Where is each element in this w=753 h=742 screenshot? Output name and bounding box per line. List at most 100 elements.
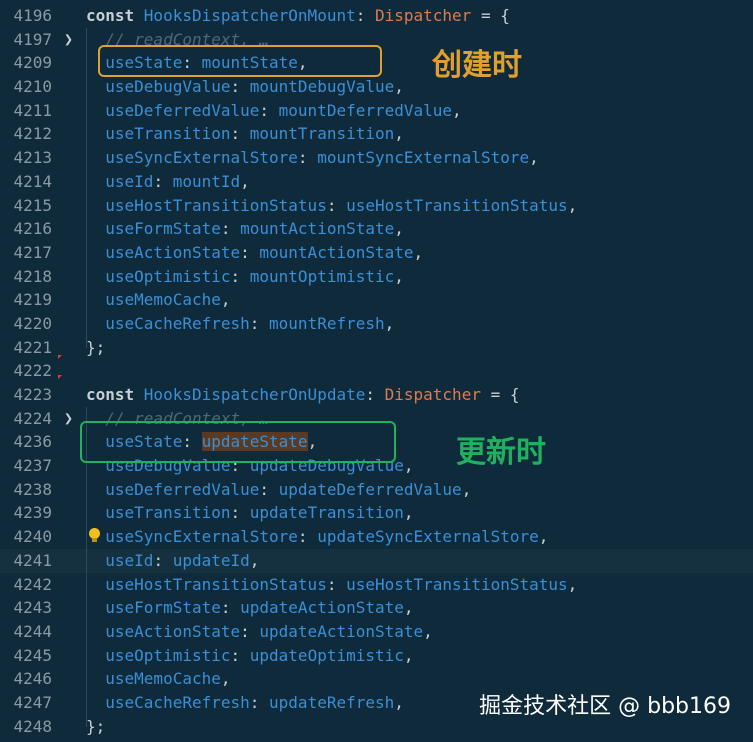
code-line[interactable]: 4244 useActionState: updateActionState,: [0, 620, 753, 644]
code-token: useDeferredValue: [86, 100, 260, 120]
code-line[interactable]: 4241 useId: updateId,: [0, 548, 753, 573]
code-token: updateActionState: [240, 598, 404, 618]
code-text: useCacheRefresh: updateRefresh,: [86, 691, 404, 715]
code-text: const HooksDispatcherOnMount: Dispatcher…: [86, 4, 510, 28]
code-token: ,: [384, 313, 395, 333]
code-token: ,: [394, 692, 404, 712]
error-marker: [58, 375, 62, 379]
code-text: useMemoCache,: [86, 288, 231, 312]
code-line[interactable]: 4238 useDeferredValue: updateDeferredVal…: [0, 478, 753, 502]
code-token: useOptimistic: [86, 645, 231, 665]
code-line[interactable]: 4211 useDeferredValue: mountDeferredValu…: [0, 99, 753, 123]
code-token: ,: [423, 621, 433, 641]
code-token: ,: [220, 290, 231, 310]
line-number: 4211: [13, 100, 52, 120]
code-line[interactable]: 4221};: [0, 336, 753, 360]
watermark: 掘金技术社区 @ bbb169: [479, 694, 731, 719]
code-line[interactable]: 4220 useCacheRefresh: mountRefresh,: [0, 312, 753, 336]
lightbulb-icon[interactable]: [89, 528, 100, 542]
code-line[interactable]: 4242 useHostTransitionStatus: useHostTra…: [0, 573, 753, 597]
code-line[interactable]: 4218 useOptimistic: mountOptimistic,: [0, 265, 753, 289]
code-line[interactable]: 4245 useOptimistic: updateOptimistic,: [0, 644, 753, 668]
code-token: mountTransition: [249, 124, 395, 144]
code-token: mountDebugValue: [249, 77, 395, 97]
code-line[interactable]: 4215 useHostTransitionStatus: useHostTra…: [0, 194, 753, 218]
code-token: = {: [480, 385, 520, 404]
code-token: :: [326, 195, 347, 215]
code-token: ,: [567, 195, 578, 215]
code-line[interactable]: 4214 useId: mountId,: [0, 170, 753, 194]
code-text: useDebugValue: mountDebugValue,: [86, 75, 404, 99]
chevron-right-icon[interactable]: ❯: [64, 28, 73, 52]
indent-guide: [86, 28, 87, 348]
code-text: useOptimistic: updateOptimistic,: [86, 644, 413, 668]
line-number: 4214: [13, 171, 52, 191]
code-token: updateTransition: [249, 503, 404, 523]
code-token: Dispatcher: [374, 6, 472, 25]
code-text: useTransition: mountTransition,: [86, 122, 404, 146]
code-line[interactable]: 4213 useSyncExternalStore: mountSyncExte…: [0, 146, 753, 170]
code-token: useHostTransitionStatus: [86, 195, 327, 215]
code-token: ,: [403, 503, 414, 523]
code-token: HooksDispatcherOnMount: [143, 6, 356, 25]
line-number: 4217: [13, 242, 52, 262]
code-token: useDeferredValue: [86, 479, 260, 499]
code-text: useTransition: updateTransition,: [86, 501, 414, 525]
code-token: ,: [403, 598, 414, 618]
code-text: useDeferredValue: mountDeferredValue,: [86, 99, 461, 123]
code-token: ,: [567, 574, 578, 594]
code-editor[interactable]: 4196 const HooksDispatcherOnMount: Dispat…: [0, 4, 753, 738]
code-line[interactable]: 4240 useSyncExternalStore: updateSyncExt…: [0, 525, 753, 549]
code-token: updateSyncExternalStore: [317, 527, 539, 547]
code-text: useFormState: updateActionState,: [86, 596, 414, 620]
line-number: 4218: [13, 266, 52, 286]
code-token: useFormState: [86, 598, 221, 618]
code-token: = {: [471, 6, 510, 25]
line-number: 4240: [13, 527, 52, 547]
code-token: useId: [86, 171, 154, 191]
code-token: :: [230, 645, 250, 665]
code-token: :: [230, 266, 250, 286]
chevron-right-icon[interactable]: ❯: [64, 407, 73, 431]
code-token: useOptimistic: [86, 266, 231, 286]
code-line[interactable]: 4212 useTransition: mountTransition,: [0, 122, 753, 146]
code-line[interactable]: 4216 useFormState: mountActionState,: [0, 217, 753, 241]
code-token: :: [220, 219, 241, 239]
code-token: useMemoCache: [86, 290, 221, 310]
code-line[interactable]: 4243 useFormState: updateActionState,: [0, 596, 753, 620]
code-token: useFormState: [86, 219, 221, 239]
code-line[interactable]: 4239 useTransition: updateTransition,: [0, 501, 753, 525]
code-token: ,: [538, 527, 549, 547]
line-number: 4237: [13, 456, 52, 476]
line-number: 4247: [13, 692, 52, 712]
code-token: ,: [394, 124, 404, 144]
code-line[interactable]: 4196 const HooksDispatcherOnMount: Dispat…: [0, 4, 753, 28]
code-token: updateId: [172, 550, 250, 570]
line-number: 4219: [13, 290, 52, 310]
line-number: 4223: [13, 385, 52, 404]
code-token: :: [326, 574, 347, 594]
code-token: ,: [461, 479, 472, 499]
code-token: HooksDispatcherOnUpdate: [143, 385, 366, 404]
code-token: :: [240, 242, 260, 262]
code-line[interactable]: 4210 useDebugValue: mountDebugValue,: [0, 75, 753, 99]
code-line[interactable]: 4219 useMemoCache,: [0, 288, 753, 312]
code-token: useMemoCache: [86, 669, 221, 689]
code-token: useHostTransitionStatus: [346, 574, 568, 594]
code-text: useActionState: mountActionState,: [86, 241, 423, 265]
code-token: :: [249, 313, 270, 333]
code-line[interactable]: 4222: [0, 359, 753, 383]
code-token: };: [86, 337, 106, 357]
code-text: useId: updateId,: [86, 549, 259, 573]
code-token: :: [297, 527, 318, 547]
code-token: :: [297, 148, 318, 168]
code-text: useDeferredValue: updateDeferredValue,: [86, 478, 471, 502]
code-token: mountActionState: [259, 242, 414, 262]
code-token: ,: [394, 219, 404, 239]
code-text: useHostTransitionStatus: useHostTransiti…: [86, 573, 577, 597]
line-number: 4239: [13, 503, 52, 523]
code-token: mountId: [172, 171, 241, 191]
code-line[interactable]: 4217 useActionState: mountActionState,: [0, 241, 753, 265]
code-token: const: [86, 6, 144, 25]
code-line[interactable]: 4223 const HooksDispatcherOnUpdate: Dispa…: [0, 383, 753, 407]
